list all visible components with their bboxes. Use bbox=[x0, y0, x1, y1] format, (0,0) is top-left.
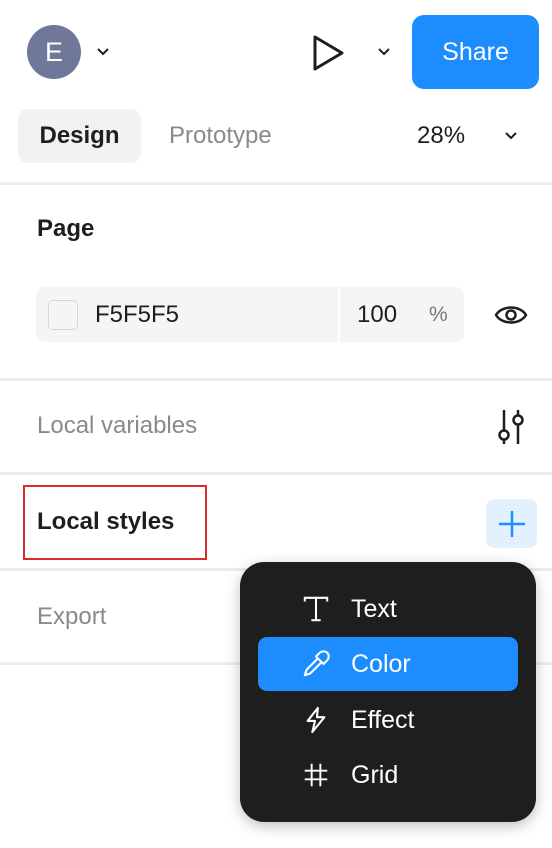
menu-item-grid[interactable]: Grid bbox=[258, 748, 518, 802]
plus-icon bbox=[498, 510, 525, 537]
menu-item-color[interactable]: Color bbox=[258, 637, 518, 691]
grid-icon bbox=[296, 755, 336, 795]
add-style-button[interactable] bbox=[486, 499, 537, 548]
eyedropper-icon bbox=[296, 644, 336, 684]
sliders-icon[interactable] bbox=[495, 408, 527, 446]
opacity-unit: % bbox=[429, 302, 448, 326]
local-variables-label[interactable]: Local variables bbox=[37, 412, 197, 440]
play-chevron-down-icon[interactable] bbox=[378, 48, 390, 56]
tab-prototype[interactable]: Prototype bbox=[169, 109, 272, 163]
menu-item-effect[interactable]: Effect bbox=[258, 693, 518, 747]
page-section-title: Page bbox=[37, 215, 95, 242]
zoom-chevron-down-icon[interactable] bbox=[505, 132, 517, 140]
avatar-chevron-down-icon[interactable] bbox=[97, 48, 109, 56]
effect-icon bbox=[296, 700, 336, 740]
menu-item-label: Text bbox=[351, 594, 397, 623]
zoom-level[interactable]: 28% bbox=[417, 109, 465, 163]
menu-item-text[interactable]: Text bbox=[258, 582, 518, 636]
divider bbox=[0, 378, 552, 381]
field-separator bbox=[338, 287, 340, 342]
play-icon[interactable] bbox=[311, 34, 345, 72]
text-icon bbox=[296, 589, 336, 629]
divider bbox=[0, 182, 552, 185]
share-button[interactable]: Share bbox=[412, 15, 539, 89]
color-hex-value[interactable]: F5F5F5 bbox=[95, 287, 179, 342]
menu-item-label: Effect bbox=[351, 705, 415, 734]
opacity-value[interactable]: 100 bbox=[357, 287, 397, 342]
tab-design[interactable]: Design bbox=[18, 109, 141, 163]
avatar[interactable]: E bbox=[27, 25, 81, 79]
divider bbox=[0, 472, 552, 475]
menu-item-label: Color bbox=[351, 649, 411, 678]
local-styles-highlight bbox=[23, 485, 207, 560]
color-swatch[interactable] bbox=[48, 300, 78, 330]
menu-item-label: Grid bbox=[351, 760, 399, 789]
eye-icon[interactable] bbox=[494, 302, 528, 328]
export-label[interactable]: Export bbox=[37, 603, 106, 631]
